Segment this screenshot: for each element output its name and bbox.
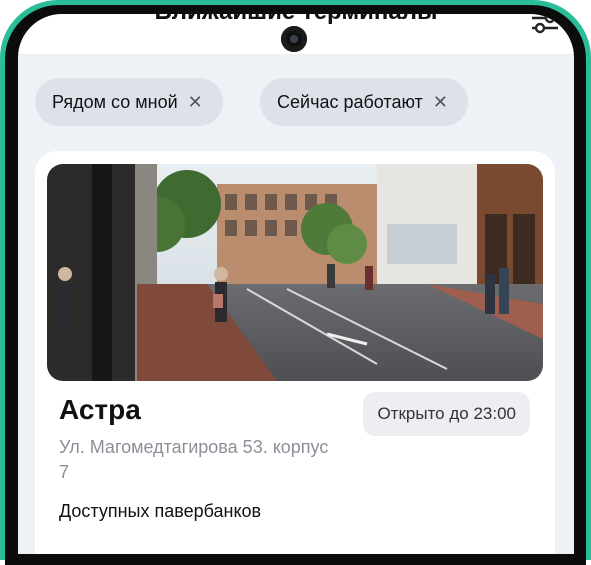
filter-icon[interactable] [530,14,560,36]
status-badge: Открыто до 23:00 [363,392,530,436]
chip-label: Рядом со мной [52,91,178,112]
close-icon[interactable]: ✕ [433,93,448,111]
terminal-name: Астра [59,394,141,425]
close-icon[interactable]: ✕ [188,93,203,111]
terminal-address: Ул. Магомедтагирова 53. корпус 7 [59,437,329,482]
filter-chip-nearby[interactable]: Рядом со мной ✕ [35,78,223,126]
filter-chip-open-now[interactable]: Сейчас работают ✕ [260,78,468,126]
camera-icon [281,26,307,52]
page-title: Ближайшие терминалы [18,14,574,26]
available-powerbanks-label: Доступных павербанков [59,501,262,521]
chip-label: Сейчас работают [277,91,423,112]
terminal-photo [47,164,543,381]
app-screen: Ближайшие терминалы Рядом со мной ✕ Сейч… [18,14,574,554]
terminal-card[interactable]: Астра Открыто до 23:00 Ул. Магомедтагиро… [35,151,555,554]
